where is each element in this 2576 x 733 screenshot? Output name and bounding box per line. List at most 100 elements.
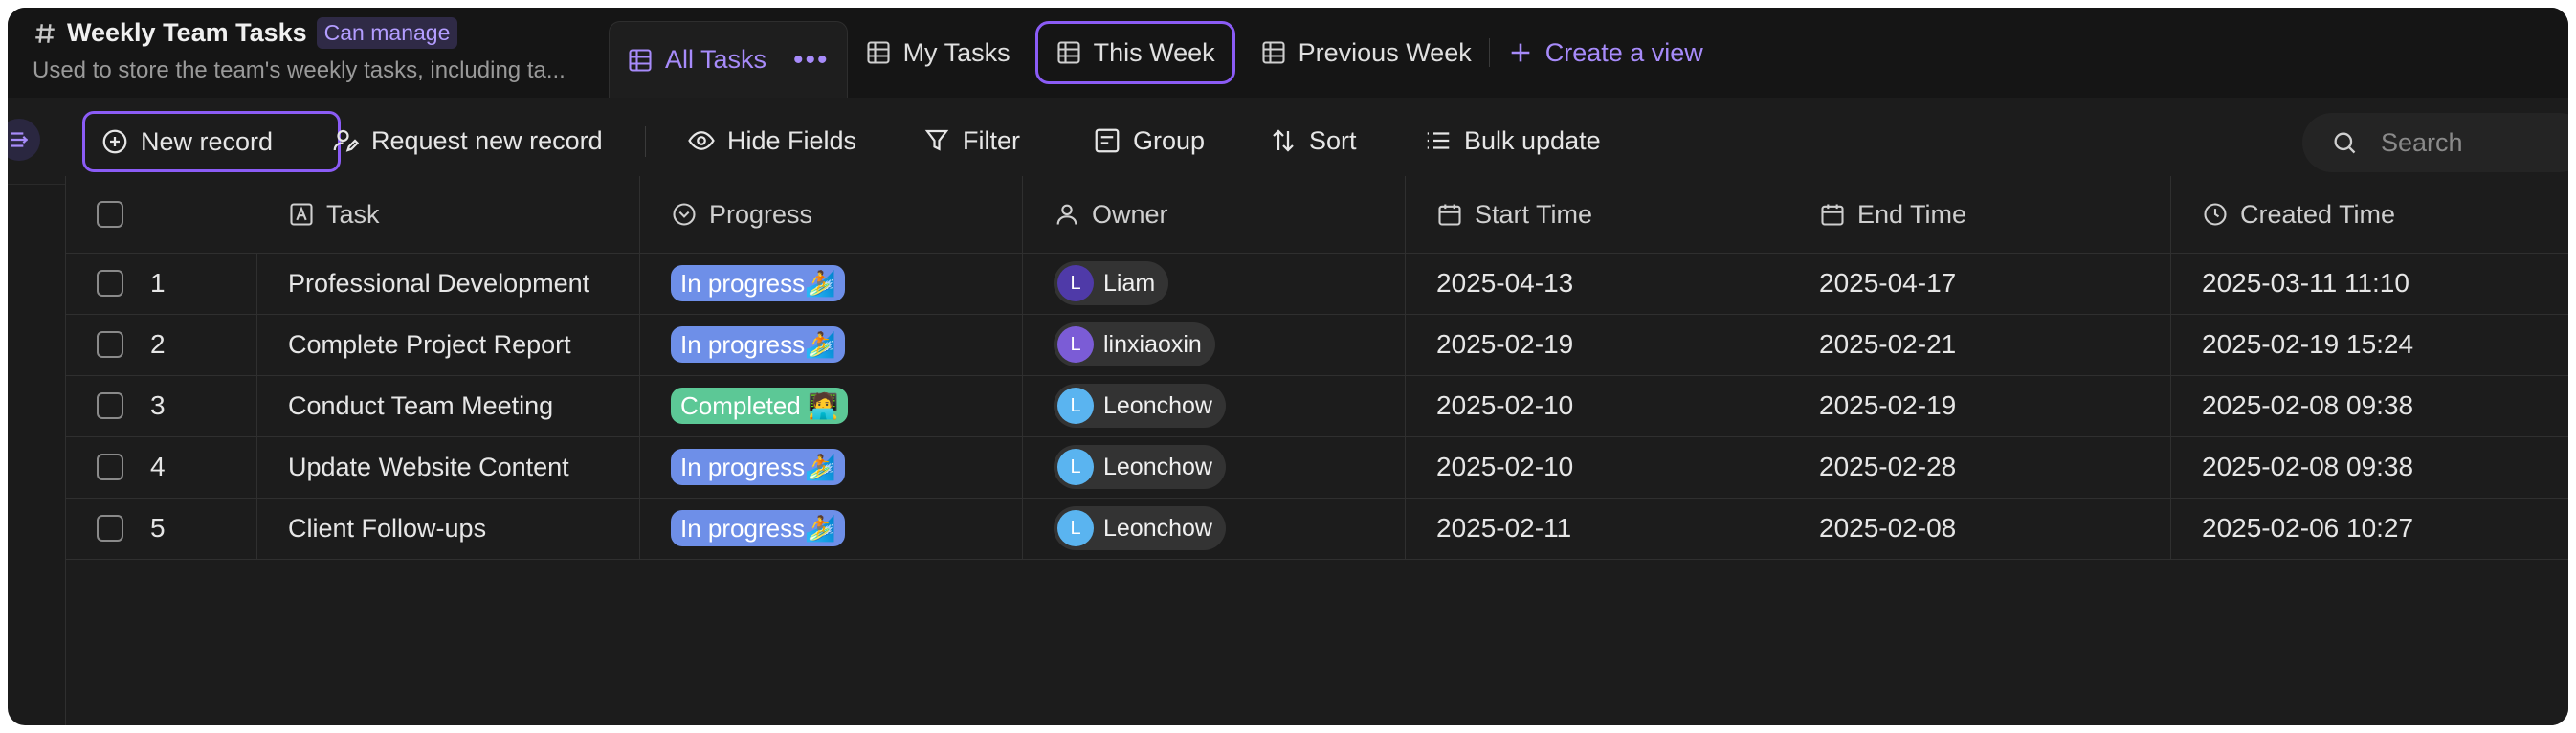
owner-chip: L linxiaoxin <box>1054 322 1215 366</box>
expand-sidebar-button[interactable] <box>8 119 40 161</box>
start-time-cell[interactable]: 2025-02-11 <box>1406 498 1788 559</box>
column-header-task[interactable]: Task <box>257 176 640 253</box>
start-time-cell[interactable]: 2025-04-13 <box>1406 253 1788 314</box>
row-select-cell: 1 <box>66 253 257 314</box>
title-bar: Weekly Team Tasks Can manage Used to sto… <box>8 8 2568 98</box>
task-cell[interactable]: Update Website Content <box>257 436 640 498</box>
row-checkbox[interactable] <box>97 392 123 419</box>
owner-cell[interactable]: L Liam <box>1023 253 1406 314</box>
tab-my-tasks[interactable]: My Tasks <box>848 21 1028 84</box>
title-row: Weekly Team Tasks Can manage <box>33 17 458 49</box>
owner-cell[interactable]: L Leonchow <box>1023 498 1406 559</box>
owner-name: Liam <box>1103 269 1156 297</box>
end-time-cell[interactable]: 2025-02-19 <box>1788 375 2171 436</box>
filter-icon <box>924 129 949 151</box>
task-cell[interactable]: Client Follow-ups <box>257 498 640 559</box>
created-time-cell[interactable]: 2025-03-11 11:10 <box>2171 253 2568 314</box>
select-all-checkbox[interactable] <box>97 201 123 228</box>
end-time-cell[interactable]: 2025-02-21 <box>1788 314 2171 375</box>
tab-label: Previous Week <box>1298 37 1472 67</box>
progress-cell[interactable]: Completed 🧑‍💻 <box>640 375 1023 436</box>
column-header-start-time[interactable]: Start Time <box>1406 176 1788 253</box>
user-edit-icon <box>333 129 360 152</box>
created-time-cell[interactable]: 2025-02-06 10:27 <box>2171 498 2568 559</box>
start-time-cell[interactable]: 2025-02-19 <box>1406 314 1788 375</box>
grid-table-icon <box>1262 41 1285 64</box>
row-checkbox[interactable] <box>97 454 123 480</box>
permission-badge: Can manage <box>316 17 458 49</box>
table-row[interactable]: 4 Update Website Content In progress🏄 L … <box>66 436 2568 499</box>
start-time-cell[interactable]: 2025-02-10 <box>1406 375 1788 436</box>
calendar-icon <box>1438 204 1461 226</box>
sort-button[interactable]: Sort <box>1269 113 1357 168</box>
end-time-cell[interactable]: 2025-04-17 <box>1788 253 2171 314</box>
row-checkbox[interactable] <box>97 270 123 297</box>
clock-icon <box>2204 203 2227 226</box>
table-row[interactable]: 5 Client Follow-ups In progress🏄 L Leonc… <box>66 498 2568 560</box>
progress-cell[interactable]: In progress🏄 <box>640 253 1023 314</box>
owner-cell[interactable]: L Leonchow <box>1023 436 1406 498</box>
filter-button[interactable]: Filter <box>922 113 1020 168</box>
progress-cell[interactable]: In progress🏄 <box>640 498 1023 559</box>
more-options-icon[interactable]: ••• <box>793 44 830 77</box>
hide-fields-button[interactable]: Hide Fields <box>687 113 856 168</box>
column-header-owner[interactable]: Owner <box>1023 176 1406 253</box>
table-row[interactable]: 3 Conduct Team Meeting Completed 🧑‍💻 L L… <box>66 375 2568 437</box>
task-cell[interactable]: Conduct Team Meeting <box>257 375 640 436</box>
end-time-cell[interactable]: 2025-02-28 <box>1788 436 2171 498</box>
row-number: 4 <box>150 452 166 481</box>
column-header-label: End Time <box>1857 199 1967 229</box>
tab-previous-week[interactable]: Previous Week <box>1243 21 1489 84</box>
avatar: L <box>1057 388 1094 424</box>
tab-all-tasks[interactable]: All Tasks ••• <box>609 21 848 98</box>
owner-cell[interactable]: L linxiaoxin <box>1023 314 1406 375</box>
hash-icon <box>35 23 55 43</box>
request-new-record-button[interactable]: Request new record <box>331 113 603 168</box>
sort-icon <box>1273 129 1294 152</box>
avatar: L <box>1057 510 1094 546</box>
start-time-cell[interactable]: 2025-02-10 <box>1406 436 1788 498</box>
grid-table-icon <box>867 41 890 64</box>
end-time-cell[interactable]: 2025-02-08 <box>1788 498 2171 559</box>
column-header-label: Start Time <box>1475 199 1593 229</box>
search-input[interactable] <box>2379 126 2555 159</box>
row-checkbox[interactable] <box>97 515 123 542</box>
created-time-cell[interactable]: 2025-02-19 15:24 <box>2171 314 2568 375</box>
new-record-label: New record <box>141 126 274 156</box>
grid-table-icon <box>1057 41 1080 64</box>
column-header-label: Task <box>326 199 380 229</box>
avatar: L <box>1057 449 1094 485</box>
avatar: L <box>1057 326 1094 363</box>
owner-chip: L Leonchow <box>1054 445 1226 489</box>
column-header-created-time[interactable]: Created Time <box>2171 176 2568 253</box>
column-header-progress[interactable]: Progress <box>640 176 1023 253</box>
task-cell[interactable]: Complete Project Report <box>257 314 640 375</box>
progress-cell[interactable]: In progress🏄 <box>640 436 1023 498</box>
column-header-end-time[interactable]: End Time <box>1788 176 2171 253</box>
row-checkbox[interactable] <box>97 331 123 358</box>
sidebar-toggle-icon <box>11 132 29 147</box>
filter-label: Filter <box>963 125 1020 155</box>
row-select-cell: 5 <box>66 498 257 559</box>
status-badge: In progress🏄 <box>671 326 846 363</box>
search-box[interactable] <box>2302 113 2568 172</box>
list-icon <box>1427 132 1450 149</box>
table-row[interactable]: 1 Professional Development In progress🏄 … <box>66 253 2568 315</box>
status-badge: Completed 🧑‍💻 <box>671 388 849 424</box>
owner-name: Leonchow <box>1103 514 1212 542</box>
status-badge: In progress🏄 <box>671 510 846 546</box>
created-time-cell[interactable]: 2025-02-08 09:38 <box>2171 436 2568 498</box>
group-button[interactable]: Group <box>1093 113 1205 168</box>
new-record-button[interactable]: New record <box>82 111 341 172</box>
task-cell[interactable]: Professional Development <box>257 253 640 314</box>
tab-label: All Tasks <box>665 45 767 74</box>
column-header-label: Owner <box>1092 199 1168 229</box>
create-view-button[interactable]: Create a view <box>1490 21 1721 84</box>
tab-this-week[interactable]: This Week <box>1034 21 1235 84</box>
table-row[interactable]: 2 Complete Project Report In progress🏄 L… <box>66 314 2568 376</box>
created-time-cell[interactable]: 2025-02-08 09:38 <box>2171 375 2568 436</box>
progress-cell[interactable]: In progress🏄 <box>640 314 1023 375</box>
row-select-cell: 4 <box>66 436 257 498</box>
owner-cell[interactable]: L Leonchow <box>1023 375 1406 436</box>
bulk-update-button[interactable]: Bulk update <box>1424 113 1601 168</box>
